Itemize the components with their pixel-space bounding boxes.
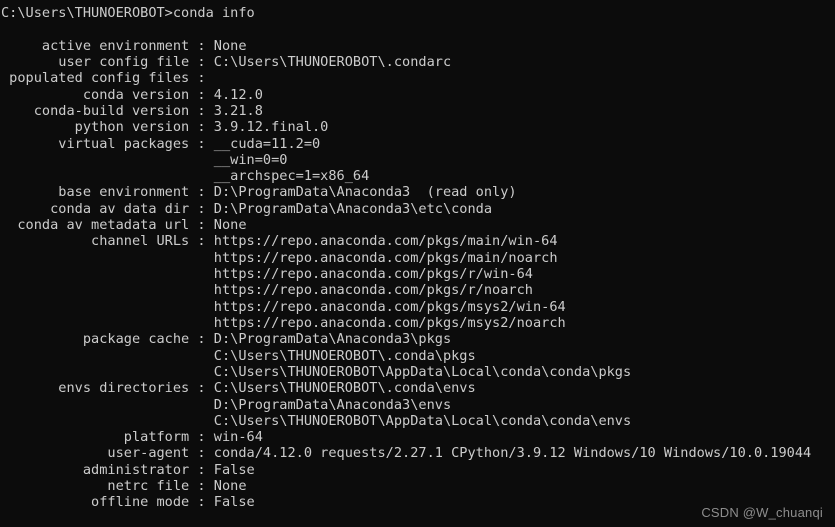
- terminal-window[interactable]: C:\Users\THUNOEROBOT>conda info active e…: [0, 0, 835, 527]
- watermark-label: CSDN @W_chuanqi: [701, 505, 823, 520]
- console-output: C:\Users\THUNOEROBOT>conda info active e…: [1, 5, 812, 511]
